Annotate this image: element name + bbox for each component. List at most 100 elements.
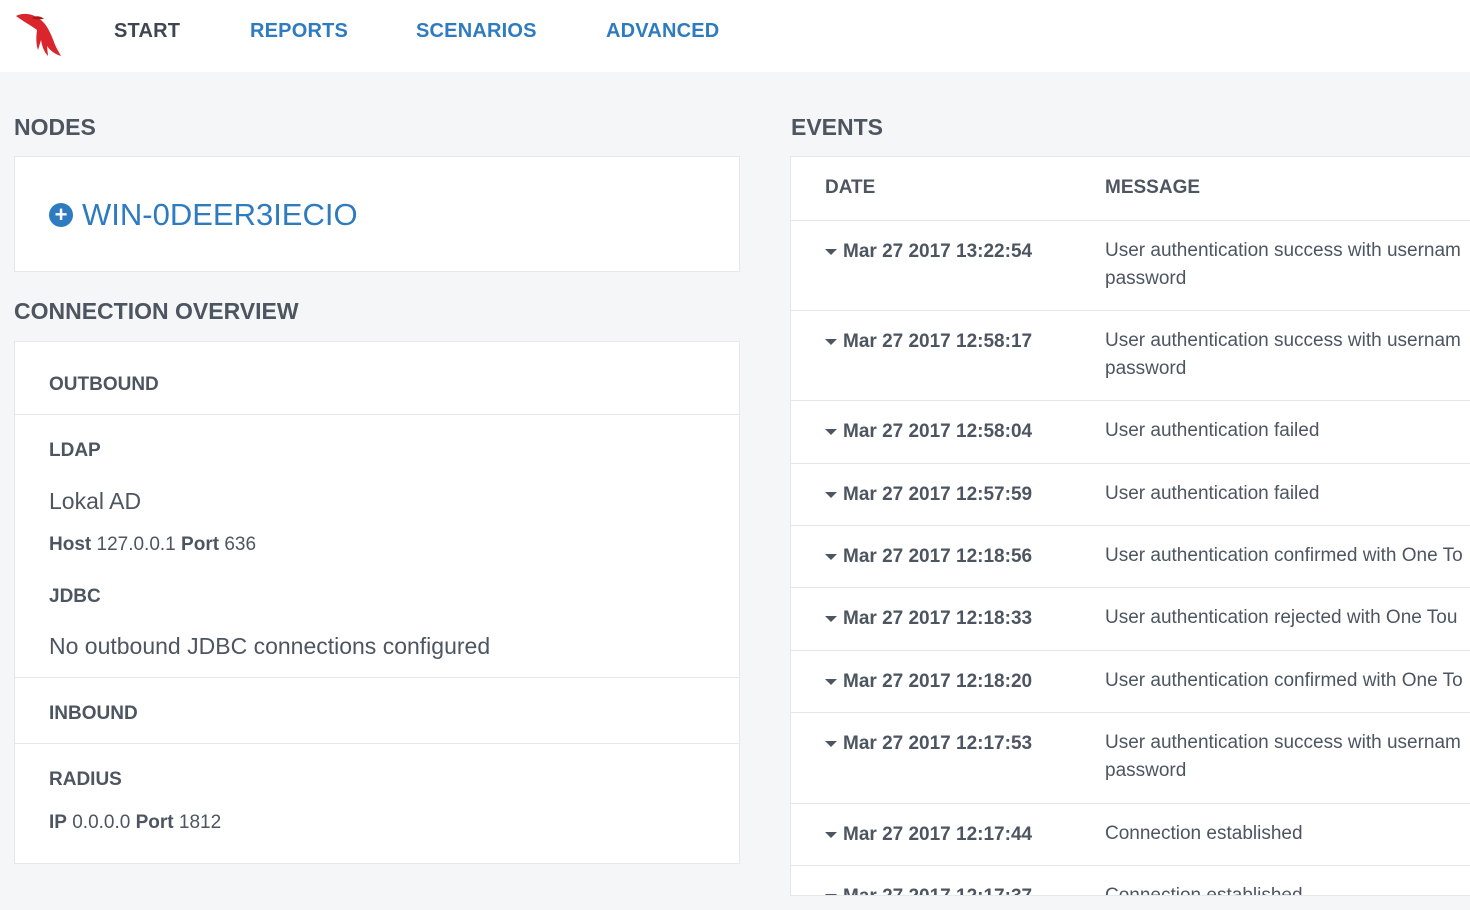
table-row[interactable]: Mar 27 2017 12:18:56 User authentication…	[791, 526, 1470, 588]
node-name[interactable]: WIN-0DEER3IECIO	[82, 197, 358, 233]
nav-advanced[interactable]: ADVANCED	[606, 20, 719, 43]
event-message: User authentication confirmed with One T…	[1105, 542, 1470, 570]
host-value: 127.0.0.1	[96, 534, 176, 555]
table-row[interactable]: Mar 27 2017 12:17:44 Connection establis…	[791, 804, 1470, 866]
event-message: Connection established	[1105, 882, 1470, 896]
ldap-label: LDAP	[49, 440, 101, 461]
event-date[interactable]: Mar 27 2017 12:57:59	[825, 484, 1032, 506]
nodes-title: NODES	[14, 114, 96, 140]
event-date-text: Mar 27 2017 12:18:33	[843, 608, 1033, 629]
table-row[interactable]: Mar 27 2017 13:22:54 User authentication…	[791, 221, 1470, 311]
inbound-label: INBOUND	[49, 703, 138, 724]
event-date[interactable]: Mar 27 2017 12:18:33	[825, 608, 1032, 630]
caret-down-icon[interactable]	[825, 554, 837, 560]
table-row[interactable]: Mar 27 2017 12:57:59 User authentication…	[791, 464, 1470, 526]
jdbc-label: JDBC	[49, 586, 101, 607]
nav-start[interactable]: START	[114, 20, 180, 43]
connection-overview-panel: OUTBOUND LDAP Lokal AD Host 127.0.0.1 Po…	[14, 341, 740, 864]
event-message-line: Connection established	[1105, 823, 1303, 844]
event-date[interactable]: Mar 27 2017 12:58:04	[825, 421, 1032, 443]
event-message: User authentication confirmed with One T…	[1105, 667, 1470, 695]
event-message-line: User authentication failed	[1105, 420, 1320, 441]
jdbc-message: No outbound JDBC connections configured	[49, 633, 491, 659]
event-message: User authentication success with usernam…	[1105, 327, 1470, 383]
event-message-line-2: password	[1105, 358, 1187, 379]
events-table-header: DATE MESSAGE	[791, 157, 1470, 221]
event-date-text: Mar 27 2017 12:18:56	[843, 546, 1033, 567]
event-message: User authentication success with usernam…	[1105, 729, 1470, 785]
caret-down-icon[interactable]	[825, 832, 837, 838]
ip-value: 0.0.0.0	[72, 812, 131, 833]
event-date-text: Mar 27 2017 13:22:54	[843, 241, 1033, 262]
event-message: User authentication success with usernam…	[1105, 237, 1470, 293]
inbound-details: RADIUS IP 0.0.0.0 Port 1812	[15, 744, 739, 864]
caret-down-icon[interactable]	[825, 249, 837, 255]
event-message-line: Connection established	[1105, 885, 1303, 896]
event-date-text: Mar 27 2017 12:17:44	[843, 824, 1033, 845]
nodes-panel: + WIN-0DEER3IECIO	[14, 156, 740, 272]
event-date[interactable]: Mar 27 2017 12:17:44	[825, 824, 1032, 846]
event-date-text: Mar 27 2017 12:58:04	[843, 421, 1033, 442]
event-message-line: User authentication failed	[1105, 483, 1320, 504]
event-message-line: User authentication confirmed with One T…	[1105, 545, 1463, 566]
top-navigation-bar: START REPORTS SCENARIOS ADVANCED	[0, 0, 1470, 72]
event-message-line-2: password	[1105, 760, 1187, 781]
event-message-line: User authentication success with usernam	[1105, 330, 1461, 351]
event-message: User authentication failed	[1105, 480, 1470, 508]
event-message: Connection established	[1105, 820, 1470, 848]
outbound-label: OUTBOUND	[49, 374, 159, 395]
events-title: EVENTS	[791, 114, 884, 140]
outbound-header-row: OUTBOUND	[15, 342, 739, 415]
table-row[interactable]: Mar 27 2017 12:58:17 User authentication…	[791, 311, 1470, 401]
event-date-text: Mar 27 2017 12:58:17	[843, 331, 1033, 352]
outbound-details: LDAP Lokal AD Host 127.0.0.1 Port 636 JD…	[15, 415, 739, 678]
caret-down-icon[interactable]	[825, 679, 837, 685]
event-message: User authentication failed	[1105, 417, 1470, 445]
event-message: User authentication rejected with One To…	[1105, 604, 1470, 632]
caret-down-icon[interactable]	[825, 741, 837, 747]
table-row[interactable]: Mar 27 2017 12:18:20 User authentication…	[791, 651, 1470, 713]
node-link[interactable]: + WIN-0DEER3IECIO	[49, 197, 358, 233]
table-row[interactable]: Mar 27 2017 12:17:53 User authentication…	[791, 713, 1470, 804]
event-message-line: User authentication success with usernam	[1105, 732, 1461, 753]
caret-down-icon[interactable]	[825, 894, 837, 895]
ldap-host-port: Host 127.0.0.1 Port 636	[49, 534, 256, 556]
event-date[interactable]: Mar 27 2017 12:58:17	[825, 331, 1032, 353]
event-date[interactable]: Mar 27 2017 12:18:20	[825, 671, 1032, 693]
caret-down-icon[interactable]	[825, 429, 837, 435]
event-date-text: Mar 27 2017 12:57:59	[843, 484, 1033, 505]
event-date[interactable]: Mar 27 2017 12:18:56	[825, 546, 1032, 568]
radius-label: RADIUS	[49, 769, 122, 790]
events-table: DATE MESSAGE Mar 27 2017 13:22:54 User a…	[790, 156, 1470, 896]
caret-down-icon[interactable]	[825, 492, 837, 498]
event-date[interactable]: Mar 27 2017 13:22:54	[825, 241, 1032, 263]
event-date[interactable]: Mar 27 2017 12:17:53	[825, 733, 1032, 755]
ldap-name: Lokal AD	[49, 488, 142, 514]
port-key: Port	[181, 534, 220, 555]
event-date[interactable]: Mar 27 2017 12:17:37	[825, 886, 1032, 895]
event-date-text: Mar 27 2017 12:17:37	[843, 886, 1032, 895]
nav-scenarios[interactable]: SCENARIOS	[416, 20, 537, 43]
event-message-line: User authentication confirmed with One T…	[1105, 670, 1463, 691]
radius-port-value: 1812	[178, 812, 222, 833]
event-date-text: Mar 27 2017 12:17:53	[843, 733, 1033, 754]
column-message[interactable]: MESSAGE	[1105, 177, 1200, 199]
table-row[interactable]: Mar 27 2017 12:17:37 Connection establis…	[791, 866, 1470, 896]
plus-circle-icon[interactable]: +	[49, 203, 73, 227]
table-row[interactable]: Mar 27 2017 12:58:04 User authentication…	[791, 401, 1470, 464]
event-message-line-2: password	[1105, 268, 1187, 289]
caret-down-icon[interactable]	[825, 339, 837, 345]
caret-down-icon[interactable]	[825, 616, 837, 622]
port-value: 636	[224, 534, 257, 555]
nav-reports[interactable]: REPORTS	[250, 20, 348, 43]
event-message-line: User authentication rejected with One To…	[1105, 607, 1458, 628]
radius-port-key: Port	[135, 812, 174, 833]
host-key: Host	[49, 534, 92, 555]
column-date[interactable]: DATE	[825, 177, 875, 199]
table-row[interactable]: Mar 27 2017 12:18:33 User authentication…	[791, 588, 1470, 651]
bird-logo-icon[interactable]	[14, 10, 62, 60]
event-message-line: User authentication success with usernam	[1105, 240, 1461, 261]
radius-ip-port: IP 0.0.0.0 Port 1812	[49, 812, 221, 834]
event-date-text: Mar 27 2017 12:18:20	[843, 671, 1033, 692]
inbound-header-row: INBOUND	[15, 678, 739, 744]
